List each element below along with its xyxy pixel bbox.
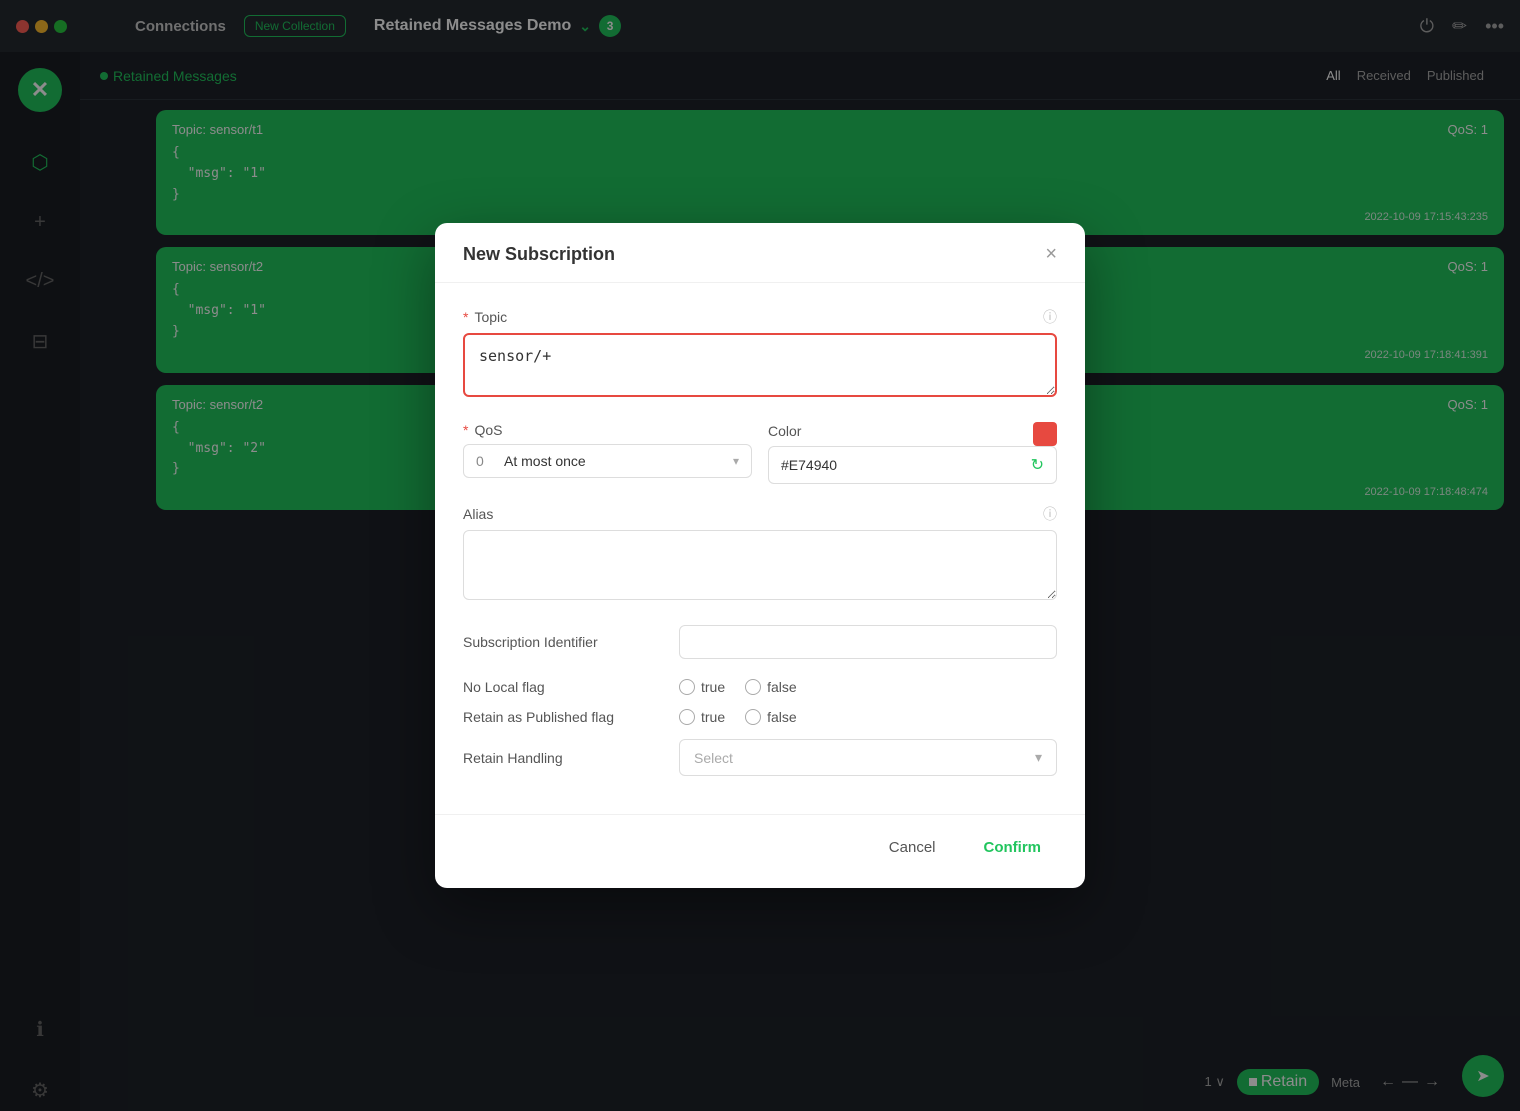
alias-label-text: Alias <box>463 506 493 522</box>
qos-select[interactable]: 0 At most once ▾ <box>463 444 752 478</box>
topic-required-star: * <box>463 309 468 325</box>
color-hex-input[interactable] <box>781 457 1023 473</box>
qos-label-text: QoS <box>474 422 502 438</box>
modal-close-button[interactable]: × <box>1045 243 1057 266</box>
topic-form-group: * Topic ⓘ sensor/+ <box>463 307 1057 402</box>
no-local-false-radio[interactable] <box>745 679 761 695</box>
alias-label-row: Alias ⓘ <box>463 504 1057 530</box>
no-local-radio-group: true false <box>679 679 797 695</box>
qos-description: At most once <box>504 453 725 469</box>
qos-section: * QoS 0 At most once ▾ <box>463 422 752 484</box>
topic-label-row: * Topic ⓘ <box>463 307 1057 333</box>
color-input-row: ↻ <box>768 446 1057 484</box>
modal-header: New Subscription × <box>435 223 1085 283</box>
color-label-row: Color <box>768 422 1057 446</box>
qos-color-row: * QoS 0 At most once ▾ Color <box>463 422 1057 484</box>
color-label: Color <box>768 423 801 439</box>
subscription-identifier-label: Subscription Identifier <box>463 634 663 650</box>
topic-info-icon: ⓘ <box>1043 307 1057 327</box>
no-local-flag-row: No Local flag true false <box>463 679 1057 695</box>
qos-number: 0 <box>476 453 496 469</box>
no-local-true-radio[interactable] <box>679 679 695 695</box>
alias-textarea[interactable] <box>463 530 1057 600</box>
qos-chevron-down-icon: ▾ <box>733 454 739 468</box>
alias-info-icon: ⓘ <box>1043 504 1057 524</box>
color-swatch[interactable] <box>1033 422 1057 446</box>
no-local-false-label: false <box>767 679 797 695</box>
retain-handling-select[interactable]: Select ▾ <box>679 739 1057 776</box>
modal-title: New Subscription <box>463 244 615 265</box>
topic-label-text: Topic <box>474 309 507 325</box>
no-local-false-option[interactable]: false <box>745 679 797 695</box>
retain-as-published-false-label: false <box>767 709 797 725</box>
retain-as-published-label: Retain as Published flag <box>463 709 663 725</box>
no-local-true-label: true <box>701 679 725 695</box>
color-section: Color ↻ <box>768 422 1057 484</box>
qos-required-star: * <box>463 422 468 438</box>
cancel-button[interactable]: Cancel <box>873 831 952 864</box>
retain-as-published-radio-group: true false <box>679 709 797 725</box>
no-local-true-option[interactable]: true <box>679 679 725 695</box>
confirm-button[interactable]: Confirm <box>968 831 1058 864</box>
retain-as-published-false-option[interactable]: false <box>745 709 797 725</box>
qos-label: * QoS <box>463 422 752 438</box>
subscription-identifier-input[interactable] <box>679 625 1057 659</box>
no-local-label: No Local flag <box>463 679 663 695</box>
retain-as-published-row: Retain as Published flag true false <box>463 709 1057 725</box>
alias-label: Alias <box>463 506 493 522</box>
subscription-identifier-row: Subscription Identifier <box>463 625 1057 659</box>
modal-footer: Cancel Confirm <box>435 814 1085 888</box>
alias-form-group: Alias ⓘ <box>463 504 1057 605</box>
retain-as-published-true-radio[interactable] <box>679 709 695 725</box>
topic-input[interactable]: sensor/+ <box>463 333 1057 397</box>
retain-as-published-true-label: true <box>701 709 725 725</box>
retain-handling-placeholder: Select <box>694 750 733 766</box>
retain-as-published-true-option[interactable]: true <box>679 709 725 725</box>
color-label-text: Color <box>768 423 801 439</box>
retain-handling-label: Retain Handling <box>463 750 663 766</box>
refresh-icon[interactable]: ↻ <box>1031 455 1044 475</box>
topic-label: * Topic <box>463 309 507 325</box>
new-subscription-modal: New Subscription × * Topic ⓘ sensor/+ <box>435 223 1085 888</box>
retain-handling-row: Retain Handling Select ▾ <box>463 739 1057 776</box>
retain-as-published-false-radio[interactable] <box>745 709 761 725</box>
retain-handling-chevron-icon: ▾ <box>1035 749 1042 766</box>
modal-overlay[interactable]: New Subscription × * Topic ⓘ sensor/+ <box>0 0 1520 1111</box>
modal-body: * Topic ⓘ sensor/+ * QoS 0 At most onc <box>435 283 1085 814</box>
